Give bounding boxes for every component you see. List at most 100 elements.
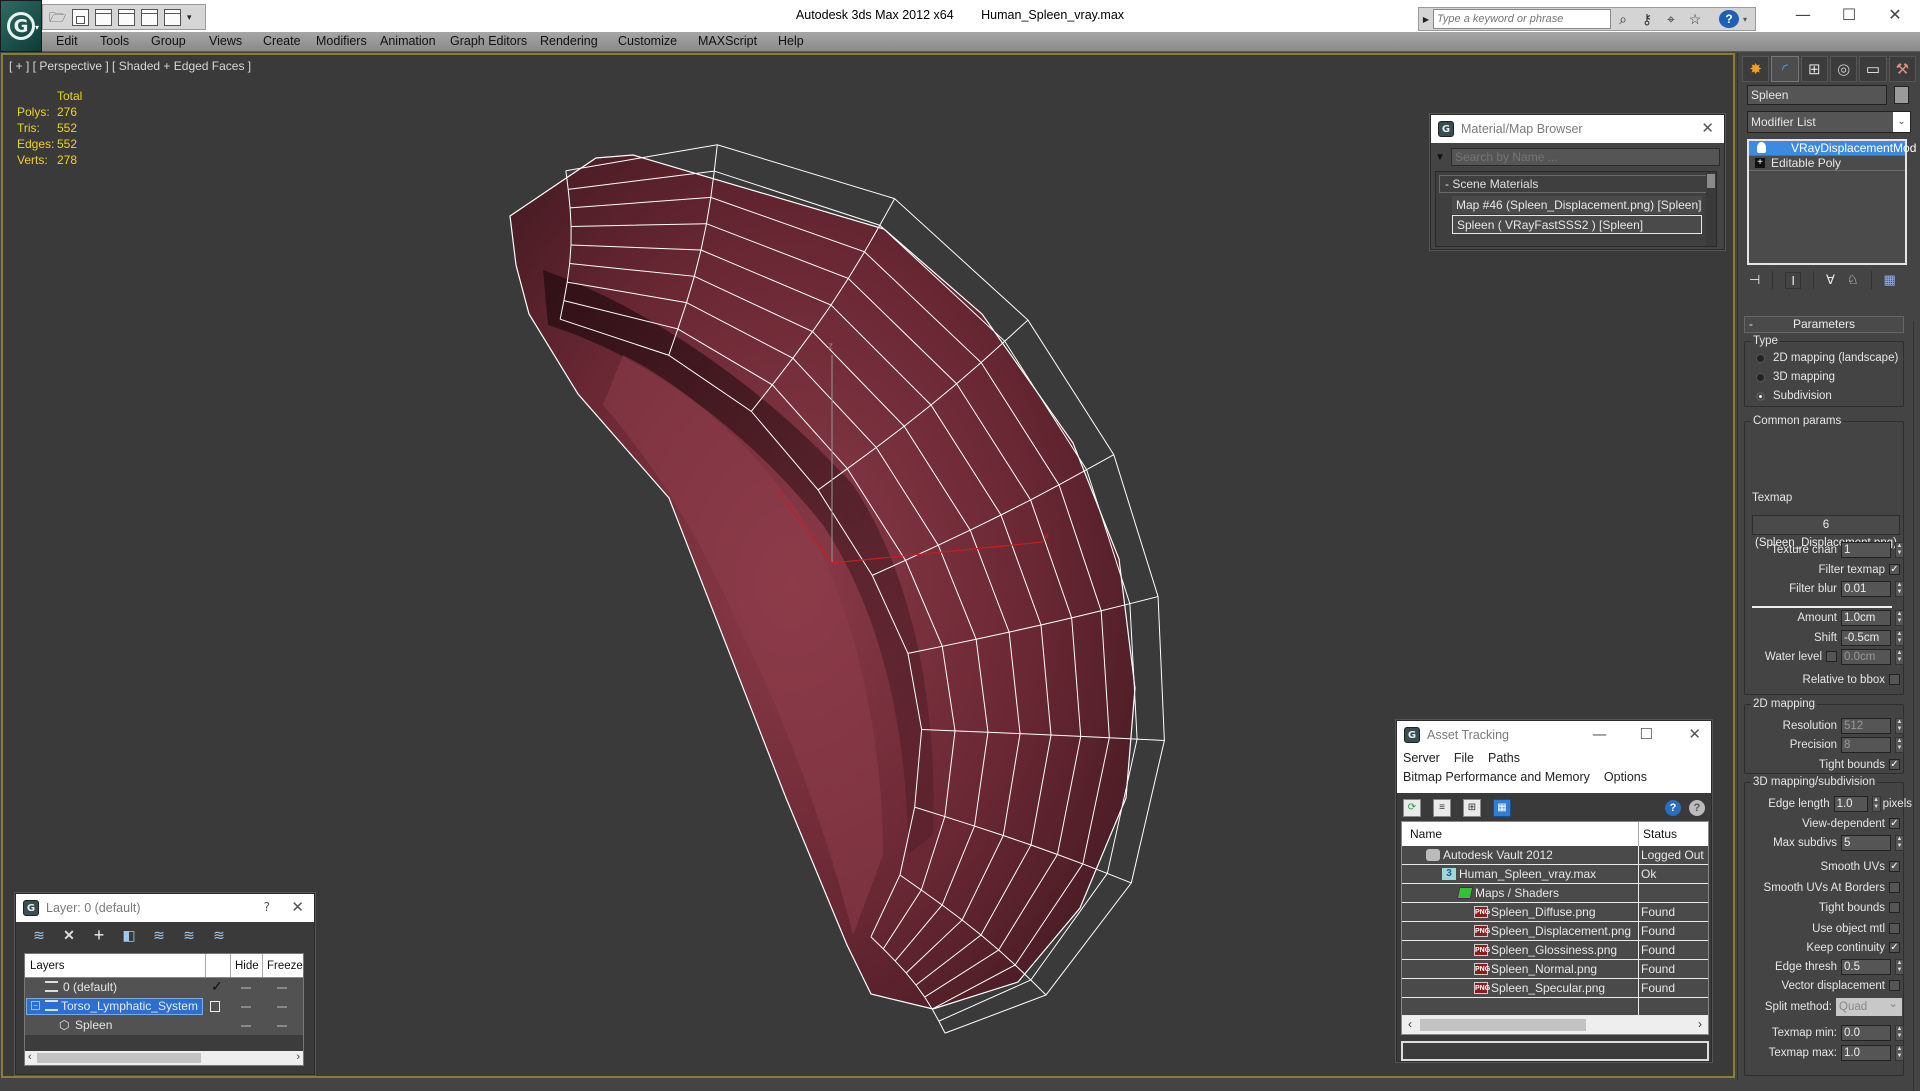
undo-icon[interactable] [141, 8, 158, 26]
show-end-result-icon[interactable]: I [1785, 271, 1801, 289]
highlight-layer-icon[interactable]: ≋ [150, 927, 168, 944]
radio-3d-mapping[interactable]: 3D mapping [1756, 371, 1835, 383]
open-file-icon[interactable]: 🗁 [49, 9, 66, 26]
hierarchy-tab-icon[interactable]: ⊞ [1800, 56, 1828, 82]
freeze-toggle[interactable] [277, 1025, 287, 1027]
spinner[interactable]: ▲ ▼ [1871, 795, 1881, 812]
modify-tab-icon[interactable]: ◜ [1771, 56, 1799, 82]
layer-horizontal-scrollbar[interactable]: ‹ › [25, 1051, 303, 1065]
qat-more-icon[interactable]: ▾ [187, 12, 192, 23]
configure-sets-icon[interactable]: ▦ [1884, 272, 1896, 288]
help-dropdown-icon[interactable]: ▾ [1743, 15, 1747, 24]
smooth-uvs-checkbox[interactable]: ✓ [1889, 861, 1900, 872]
menu-help[interactable]: Help [778, 34, 804, 48]
menu-server[interactable]: Server [1403, 751, 1440, 770]
spinner[interactable]: ▲ ▼ [1895, 1044, 1904, 1061]
display-tab-icon[interactable]: ▭ [1859, 56, 1887, 82]
asset-row[interactable]: Maps / Shaders [1402, 884, 1708, 903]
tight-bounds-3d-checkbox[interactable] [1889, 902, 1900, 913]
app-menu-button[interactable]: G ▾ [0, 0, 42, 52]
precision-field[interactable]: 8 [1841, 736, 1891, 753]
freeze-toggle[interactable] [277, 1006, 287, 1008]
menu-views[interactable]: Views [209, 34, 242, 48]
help-icon[interactable]: ? [264, 900, 270, 914]
scene-materials-group[interactable]: - Scene Materials [1439, 175, 1713, 193]
asset-row[interactable]: PNG Spleen_Diffuse.png Found [1402, 903, 1708, 922]
minimize-button[interactable]: — [1780, 2, 1826, 28]
layer-row-torso-lymphatic-system[interactable]: Torso_Lymphatic_System − [25, 997, 303, 1016]
new-scene-icon[interactable] [95, 8, 112, 26]
asset-horizontal-scrollbar[interactable]: ‹ › [1402, 1016, 1708, 1034]
freeze-toggle[interactable] [277, 987, 287, 989]
menu-group[interactable]: Group [151, 34, 186, 48]
stack-item-vraydisplacementmod[interactable]: VRayDisplacementMod [1749, 141, 1916, 156]
viewport-label[interactable]: [ + ] [ Perspective ] [ Shaded + Edged F… [9, 59, 251, 73]
close-icon[interactable]: ✕ [1701, 119, 1714, 137]
spinner[interactable]: ▲ ▼ [1895, 736, 1904, 753]
tight-bounds-2d-checkbox[interactable]: ✓ [1889, 759, 1900, 770]
maximize-button[interactable]: ☐ [1826, 2, 1872, 28]
utilities-tab-icon[interactable]: ⚒ [1888, 56, 1916, 82]
binoculars-icon[interactable]: ⌕ [1611, 11, 1635, 28]
filter-texmap-checkbox[interactable]: ✓ [1889, 564, 1900, 575]
split-method-dropdown[interactable]: Quad [1836, 995, 1902, 1016]
asset-row[interactable]: 3 Human_Spleen_vray.max Ok [1402, 865, 1708, 884]
spinner[interactable]: ▲ ▼ [1895, 1024, 1904, 1041]
spinner[interactable]: ▲ ▼ [1895, 717, 1904, 734]
delete-layer-icon[interactable]: ✕ [60, 927, 78, 944]
collapse-icon[interactable]: − [31, 1001, 40, 1010]
menu-customize[interactable]: Customize [618, 34, 677, 48]
column-hide[interactable]: Hide [235, 960, 259, 972]
scroll-right-icon[interactable]: › [1698, 1017, 1702, 1031]
material-search-input[interactable] [1451, 148, 1720, 166]
layer-window-titlebar[interactable]: G Layer: 0 (default) ? ✕ [16, 894, 314, 922]
save-icon[interactable] [72, 8, 89, 26]
expand-arrow-icon[interactable]: ▶ [1419, 15, 1433, 24]
asset-row[interactable]: PNG Spleen_Glossiness.png Found [1402, 941, 1708, 960]
refresh-icon[interactable]: ⟳ [1403, 799, 1421, 817]
parameters-rollout-header[interactable]: - Parameters [1744, 316, 1904, 333]
current-layer-checkmark-icon[interactable]: ✓ [211, 978, 223, 995]
texmap-min-field[interactable]: 0.0 [1841, 1024, 1891, 1041]
resolution-field[interactable]: 512 [1841, 717, 1891, 734]
radio-subdivision[interactable]: Subdivision [1756, 390, 1832, 402]
water-level-checkbox[interactable] [1826, 651, 1837, 662]
shift-field[interactable]: -0.5cm [1841, 629, 1891, 646]
use-object-mtl-checkbox[interactable] [1889, 923, 1900, 934]
spinner[interactable]: ▲ ▼ [1895, 958, 1904, 975]
modifier-list-dropdown[interactable]: Modifier List ⌄ [1747, 111, 1911, 133]
pin-stack-icon[interactable]: ⊣ [1749, 272, 1760, 288]
make-unique-icon[interactable]: ∀ [1826, 272, 1835, 288]
spinner[interactable]: ▲ ▼ [1895, 648, 1904, 665]
column-name[interactable]: Name [1410, 827, 1442, 841]
amount-field[interactable]: 1.0cm [1841, 609, 1891, 626]
set-current-layer-box[interactable] [210, 1001, 220, 1012]
material-item[interactable]: Map #46 (Spleen_Displacement.png) [Splee… [1452, 196, 1702, 215]
column-layers[interactable]: Layers [30, 960, 65, 972]
material-browser-titlebar[interactable]: G Material/Map Browser ✕ [1431, 115, 1724, 143]
help-icon[interactable]: ? [1719, 10, 1739, 28]
keyword-search-input[interactable] [1433, 9, 1611, 29]
edge-length-field[interactable]: 1.0 [1833, 795, 1868, 812]
menu-options[interactable]: Options [1604, 770, 1647, 789]
menu-rendering[interactable]: Rendering [540, 34, 598, 48]
hide-all-layers-icon[interactable]: ≋ [180, 927, 198, 944]
menu-edit[interactable]: Edit [56, 34, 78, 48]
smooth-uvs-borders-checkbox[interactable] [1889, 882, 1900, 893]
object-color-swatch[interactable] [1894, 86, 1909, 104]
minimize-icon[interactable]: — [1592, 725, 1607, 743]
column-freeze[interactable]: Freeze [267, 960, 303, 972]
hide-toggle[interactable] [241, 1025, 251, 1027]
radio-2d-mapping[interactable]: 2D mapping (landscape) [1756, 352, 1898, 364]
menu-tools[interactable]: Tools [100, 34, 129, 48]
layer-row-spleen[interactable]: ⬡ Spleen [25, 1016, 303, 1035]
scroll-left-icon[interactable]: ‹ [28, 1051, 32, 1063]
material-list-scrollbar[interactable] [1706, 172, 1716, 246]
asset-row[interactable]: PNG Spleen_Displacement.png Found [1402, 922, 1708, 941]
freeze-all-layers-icon[interactable]: ≋ [210, 927, 228, 944]
spinner[interactable]: ▲ ▼ [1895, 541, 1904, 558]
favorites-star-icon[interactable]: ☆ [1683, 11, 1707, 28]
asset-row[interactable]: PNG Spleen_Specular.png Found [1402, 979, 1708, 998]
select-objects-icon[interactable]: ◧ [120, 927, 138, 944]
texture-chan-field[interactable]: 1 [1841, 541, 1891, 558]
